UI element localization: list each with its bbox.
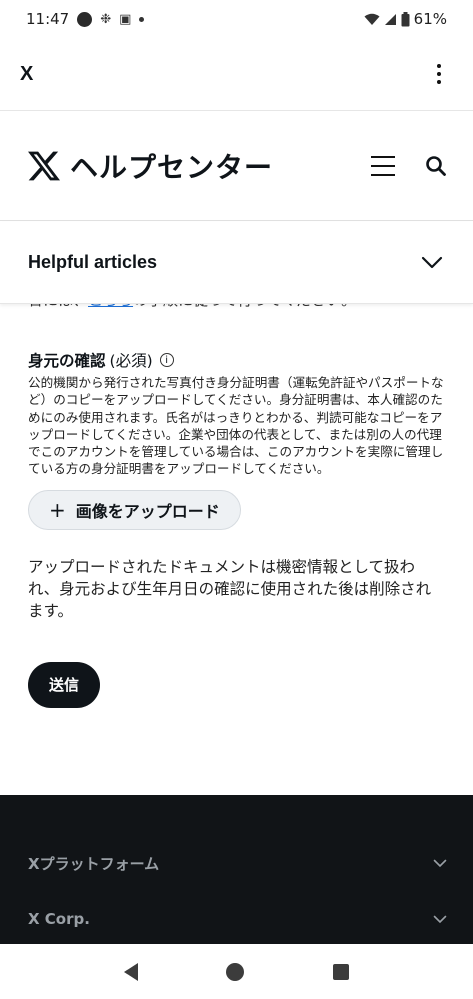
chevron-down-icon (421, 256, 443, 268)
recent-apps-icon[interactable] (332, 963, 349, 980)
help-center-title[interactable]: ヘルプセンター (70, 146, 371, 186)
footer-item-label: Xプラットフォーム (28, 854, 160, 873)
signal-icon (384, 13, 396, 25)
chevron-down-icon (433, 915, 447, 923)
footer-item-x-platform[interactable]: Xプラットフォーム (28, 835, 447, 891)
helpful-articles-toggle[interactable]: Helpful articles (0, 222, 473, 304)
upload-image-button[interactable]: + 画像をアップロード (28, 489, 241, 530)
more-notifications-icon (139, 16, 145, 22)
app-bar: X (0, 38, 473, 111)
identity-section-heading: 身元の確認 (必須) i (28, 349, 445, 371)
footer-item-x-corp[interactable]: X Corp. (28, 891, 447, 947)
help-center-header: ヘルプセンター (0, 112, 473, 221)
wifi-icon (364, 13, 380, 25)
submit-button[interactable]: 送信 (28, 661, 100, 708)
home-icon[interactable] (226, 962, 245, 981)
article-content: 合には、こちらの手順に従って行ってください。 身元の確認 (必須) i 公的機関… (0, 295, 473, 795)
search-icon[interactable] (425, 155, 447, 177)
status-left: 11:47 ❉ ▣ (26, 10, 145, 28)
status-bar: 11:47 ❉ ▣ 61% (0, 0, 473, 38)
more-vertical-icon[interactable] (427, 59, 451, 89)
system-navigation-bar (0, 944, 473, 999)
status-right: 61% (364, 10, 447, 28)
battery-level: 61% (413, 10, 447, 28)
hamburger-icon[interactable] (371, 156, 395, 176)
app-title: X (20, 62, 34, 85)
chevron-down-icon (433, 859, 447, 867)
status-time: 11:47 (26, 10, 70, 28)
plus-icon: + (49, 497, 66, 522)
footer-item-label: X Corp. (28, 910, 90, 928)
helpful-articles-title: Helpful articles (28, 252, 158, 272)
x-logo-icon[interactable] (28, 150, 60, 182)
app-notification-icon: ▣ (119, 11, 132, 27)
notification-icon (77, 11, 93, 27)
identity-heading-text: 身元の確認 (28, 352, 106, 370)
back-icon[interactable] (124, 962, 139, 981)
privacy-note: アップロードされたドキュメントは機密情報として扱われ、身元および生年月日の確認に… (28, 557, 432, 620)
battery-icon (401, 11, 410, 26)
sync-icon: ❉ (100, 11, 112, 27)
required-label: (必須) (109, 352, 153, 370)
info-icon[interactable]: i (159, 353, 174, 367)
id-description: 公的機関から発行された写真付き身分証明書（運転免許証やパスポートなど）のコピーを… (28, 375, 444, 477)
footer: Xプラットフォーム X Corp. (0, 795, 473, 944)
upload-image-label: 画像をアップロード (75, 501, 220, 521)
